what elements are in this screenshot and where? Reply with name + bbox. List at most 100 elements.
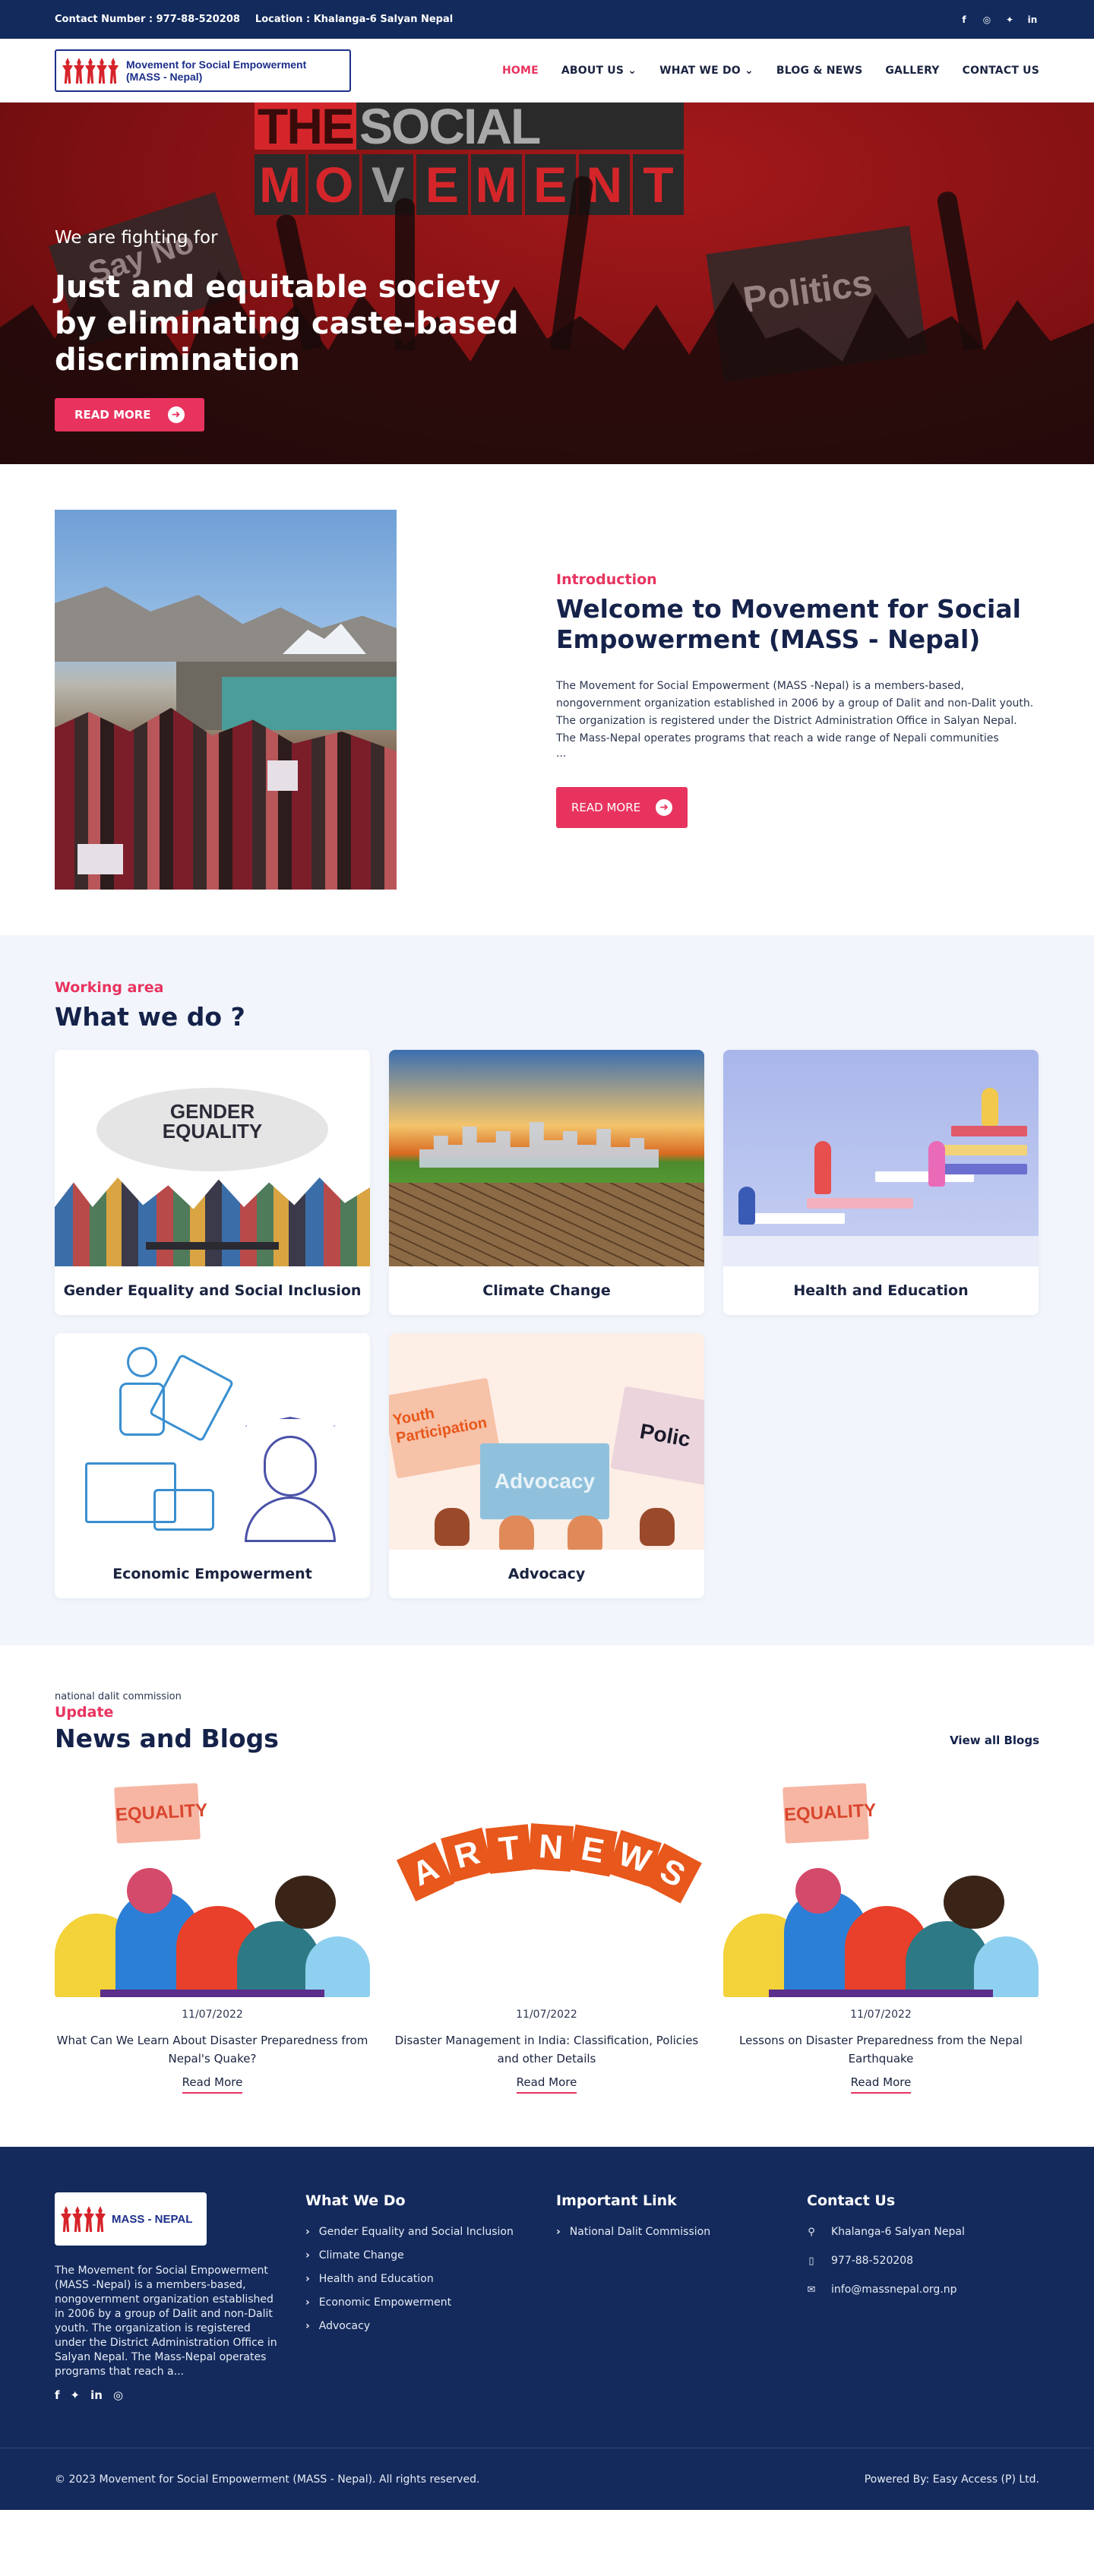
footer-link[interactable]: › Advocacy: [305, 2320, 533, 2332]
hero-banner: Say No Politics THE SOCIAL M O V E M E N…: [0, 103, 1094, 464]
illustration-crowd: [723, 1845, 1039, 1997]
linkedin-icon[interactable]: in: [90, 2388, 103, 2402]
work-card-economic-empowerment[interactable]: Economic Empowerment: [55, 1333, 370, 1598]
banner-letter: M: [255, 154, 306, 215]
illustration-hand: [568, 1516, 602, 1550]
footer-address: ⚲ Khalanga-6 Salyan Nepal: [807, 2226, 1035, 2238]
footer-link[interactable]: › Climate Change: [305, 2249, 533, 2262]
read-more-link[interactable]: Read More: [516, 2075, 577, 2094]
illustration-person: [814, 1141, 831, 1194]
banner-letter: T: [632, 154, 684, 215]
facebook-icon[interactable]: f: [55, 2388, 60, 2402]
contact-number: Contact Number : 977-88-520208: [55, 14, 240, 25]
work-card-climate-change[interactable]: Climate Change: [389, 1050, 704, 1315]
illustration-ground: [723, 1236, 1039, 1266]
work-card-label: Economic Empowerment: [112, 1566, 312, 1582]
illustration-books: [936, 1145, 1027, 1155]
banner-letter: E: [416, 154, 468, 215]
footer-logo[interactable]: MASS - NEPAL: [55, 2192, 207, 2246]
map-pin-icon: ⚲: [808, 2226, 815, 2238]
nav-home[interactable]: HOME: [502, 65, 539, 77]
work-card-health-education[interactable]: Health and Education: [723, 1050, 1039, 1315]
illustration-seesaw: [146, 1242, 279, 1250]
topbar-social: f ◎ ✦ in: [957, 13, 1039, 27]
art-news-illustration[interactable]: A R T N E W S: [389, 1781, 704, 1997]
footer-what-we-do: What We Do › Gender Equality and Social I…: [305, 2192, 533, 2402]
illustration-person: [928, 1141, 945, 1187]
news-posts: EQUALITY 11/07/2022 What Can We Learn Ab…: [55, 1781, 1039, 2094]
read-more-link[interactable]: Read More: [850, 2075, 912, 2094]
footer-link-label: Economic Empowerment: [318, 2296, 452, 2309]
equality-illustration[interactable]: EQUALITY: [55, 1781, 370, 1997]
footer-link[interactable]: › Gender Equality and Social Inclusion: [305, 2226, 533, 2238]
news-post: EQUALITY 11/07/2022 Lessons on Disaster …: [723, 1781, 1039, 2094]
site-logo[interactable]: Movement for Social Empowerment (MASS - …: [55, 49, 351, 92]
footer-address-text: Khalanga-6 Salyan Nepal: [831, 2226, 965, 2238]
view-all-blogs-link[interactable]: View all Blogs: [950, 1734, 1039, 1747]
twitter-icon[interactable]: ✦: [1003, 13, 1017, 27]
instagram-icon[interactable]: ◎: [980, 13, 994, 27]
introduction-section: Introduction Welcome to Movement for Soc…: [0, 464, 1094, 935]
nav-about-us[interactable]: ABOUT US ⌄: [561, 65, 637, 77]
post-title[interactable]: Lessons on Disaster Preparedness from th…: [723, 2031, 1039, 2068]
illustration-hand: [640, 1508, 675, 1546]
work-card-gender-equality[interactable]: GENDER EQUALITY Gender Equality and Soci…: [55, 1050, 370, 1315]
work-card-label: Advocacy: [507, 1566, 586, 1582]
logo-figures-icon: [62, 58, 119, 84]
intro-read-more-button[interactable]: READ MORE ➜: [556, 787, 688, 828]
banner-word-social: SOCIAL: [356, 103, 684, 151]
twitter-icon[interactable]: ✦: [71, 2388, 81, 2402]
illustration-books: [807, 1198, 913, 1209]
footer-important-links: Important Link › National Dalit Commissio…: [556, 2192, 784, 2402]
hero-read-more-button[interactable]: READ MORE ➜: [55, 398, 204, 431]
illustration-base: [100, 1990, 324, 1997]
post-date: 11/07/2022: [850, 2009, 912, 2021]
facebook-icon[interactable]: f: [957, 13, 971, 27]
powered-by[interactable]: Powered By: Easy Access (P) Ltd.: [865, 2473, 1039, 2486]
what-we-do-section: Working area What we do ? GENDER EQUALIT…: [0, 935, 1094, 1645]
footer-contact-title: Contact Us: [807, 2192, 896, 2209]
footer-bottom: © 2023 Movement for Social Empowerment (…: [0, 2448, 1094, 2510]
post-title[interactable]: Disaster Management in India: Classifica…: [389, 2031, 704, 2068]
chevron-right-icon: ›: [305, 2226, 310, 2238]
arrow-right-icon: ➜: [167, 406, 185, 423]
read-more-link[interactable]: Read More: [182, 2075, 243, 2094]
illustration-hand: [499, 1516, 534, 1550]
post-date: 11/07/2022: [516, 2009, 577, 2021]
hero-kicker: We are fighting for: [55, 228, 218, 248]
post-date: 11/07/2022: [182, 2009, 243, 2021]
illustration-people: [55, 1177, 370, 1266]
linkedin-icon[interactable]: in: [1026, 13, 1039, 27]
illustration-base: [769, 1990, 993, 1997]
nav-gallery[interactable]: GALLERY: [885, 65, 939, 77]
climate-change-photo: [389, 1050, 704, 1266]
footer-link[interactable]: › National Dalit Commission: [556, 2226, 784, 2238]
social-movement-banner: THE SOCIAL M O V E M E N T: [255, 103, 684, 223]
instagram-icon[interactable]: ◎: [113, 2388, 123, 2402]
chevron-down-icon: ⌄: [628, 65, 637, 77]
work-card-advocacy[interactable]: Youth Participation Advocacy Polic Advoc…: [389, 1333, 704, 1598]
footer-phone[interactable]: ▯ 977-88-520208: [807, 2255, 1035, 2267]
advocacy-illustration: Youth Participation Advocacy Polic: [389, 1333, 704, 1550]
illustration-head: [127, 1868, 172, 1914]
nav-contact-us[interactable]: CONTACT US: [963, 65, 1039, 77]
post-title[interactable]: What Can We Learn About Disaster Prepare…: [55, 2031, 370, 2068]
banner-word-the: THE: [255, 103, 356, 151]
news-post: A R T N E W S 11/07/2022 Disaster Manage…: [389, 1781, 704, 2094]
logo-figures-icon: [61, 2206, 106, 2232]
footer-email[interactable]: ✉ info@massnepal.org.np: [807, 2284, 1035, 2296]
gender-equality-text: GENDER EQUALITY: [162, 1100, 263, 1143]
footer-email-text: info@massnepal.org.np: [831, 2284, 957, 2296]
work-card-label: Climate Change: [482, 1282, 611, 1299]
footer-link[interactable]: › Economic Empowerment: [305, 2296, 533, 2309]
economic-empowerment-illustration: [55, 1333, 370, 1550]
site-footer: MASS - NEPAL The Movement for Social Emp…: [0, 2147, 1094, 2510]
news-eyebrow: Update: [55, 1704, 114, 1721]
advocacy-sign: Advocacy: [480, 1443, 609, 1519]
policy-sign: Polic: [610, 1386, 704, 1486]
nav-what-we-do[interactable]: WHAT WE DO ⌄: [659, 65, 754, 77]
footer-link[interactable]: › Health and Education: [305, 2273, 533, 2285]
art-news-letter: T: [485, 1824, 533, 1874]
equality-illustration[interactable]: EQUALITY: [723, 1781, 1039, 1997]
nav-blog-news[interactable]: BLOG & NEWS: [776, 65, 862, 77]
